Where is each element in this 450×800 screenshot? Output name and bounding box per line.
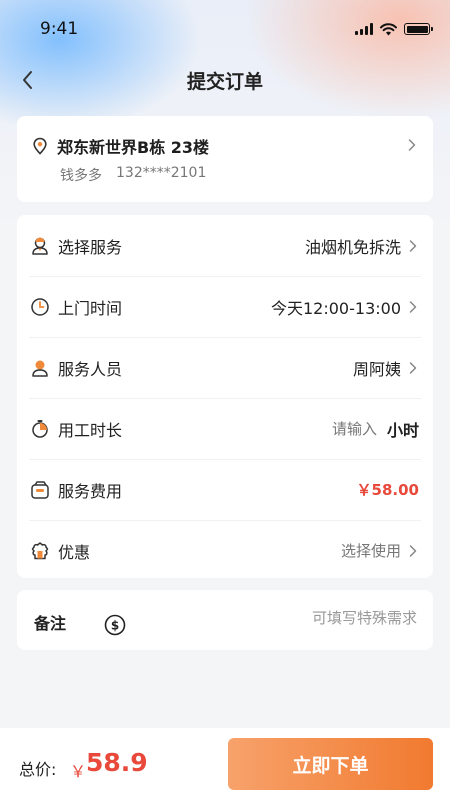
duration-input[interactable]: 请输入 — [332, 418, 377, 439]
bottom-bar: 总价: ￥ 58.9 立即下单 — [0, 728, 450, 800]
status-icons — [355, 22, 433, 36]
row-service-staff[interactable]: 服务人员 周阿姨 — [17, 337, 433, 398]
chevron-left-icon[interactable] — [16, 68, 40, 92]
row-visit-time[interactable]: 上门时间 今天12:00-13:00 — [17, 276, 433, 337]
nav-bar: 提交订单 — [0, 58, 450, 102]
chevron-right-icon — [409, 361, 417, 374]
chevron-right-icon — [409, 544, 417, 557]
submit-order-button[interactable]: 立即下单 — [228, 738, 433, 790]
address-line: 郑东新世界B栋 23楼 — [31, 134, 209, 158]
row-label: 选择服务 — [58, 237, 123, 257]
person-icon — [32, 360, 48, 377]
row-label: 服务人员 — [58, 359, 123, 379]
clock-icon — [31, 297, 49, 316]
dollar-coin-icon: $ — [104, 614, 126, 636]
status-bar: 9:41 — [0, 0, 450, 58]
wifi-icon — [380, 22, 397, 35]
duration-unit: 小时 — [386, 420, 419, 440]
service-fee-value: ￥58.00 — [356, 481, 419, 499]
row-label: 用工时长 — [58, 420, 123, 440]
page-title: 提交订单 — [186, 70, 263, 93]
service-details-card: 选择服务 油烟机免拆洗 上门时间 今天12:00-13:00 服务人员 周阿姨 — [17, 215, 433, 578]
selected-service-value: 油烟机免拆洗 — [304, 237, 401, 257]
address-text: 郑东新世界B栋 23楼 — [57, 138, 210, 157]
total-amount: 58.9 — [86, 748, 148, 777]
battery-icon — [404, 23, 433, 35]
chevron-right-icon — [409, 239, 417, 252]
note-input[interactable] — [217, 609, 417, 627]
row-work-duration: 用工时长 请输入 小时 — [17, 398, 433, 459]
address-card[interactable]: 郑东新世界B栋 23楼 钱多多 132****2101 — [17, 116, 433, 202]
row-select-service[interactable]: 选择服务 油烟机免拆洗 — [17, 215, 433, 276]
chevron-right-icon — [409, 300, 417, 313]
note-label: 备注 — [34, 614, 67, 633]
row-label: 上门时间 — [58, 298, 123, 318]
staff-value: 周阿姨 — [352, 359, 401, 379]
total-label: 总价: — [19, 760, 57, 779]
total-currency: ￥ — [70, 762, 87, 781]
coupon-icon — [31, 541, 49, 559]
row-service-fee: 服务费用 ￥58.00 — [17, 459, 433, 520]
worker-icon — [32, 237, 48, 255]
wallet-icon — [31, 480, 49, 499]
location-pin-icon — [33, 137, 47, 155]
stopwatch-icon — [32, 419, 48, 438]
row-label: 优惠 — [58, 542, 91, 562]
cellular-signal-icon — [355, 23, 373, 35]
status-time: 9:41 — [40, 19, 79, 39]
contact-name: 钱多多 — [60, 168, 102, 184]
svg-text:$: $ — [111, 619, 119, 633]
row-discount[interactable]: 优惠 选择使用 — [17, 520, 433, 581]
contact-phone: 132****2101 — [116, 165, 207, 181]
discount-value: 选择使用 — [340, 542, 401, 560]
note-card: 备注 — [17, 590, 433, 650]
row-label: 服务费用 — [58, 481, 123, 501]
chevron-right-icon — [408, 139, 416, 151]
contact-info: 钱多多 132****2101 — [60, 165, 206, 185]
visit-time-value: 今天12:00-13:00 — [271, 298, 401, 318]
